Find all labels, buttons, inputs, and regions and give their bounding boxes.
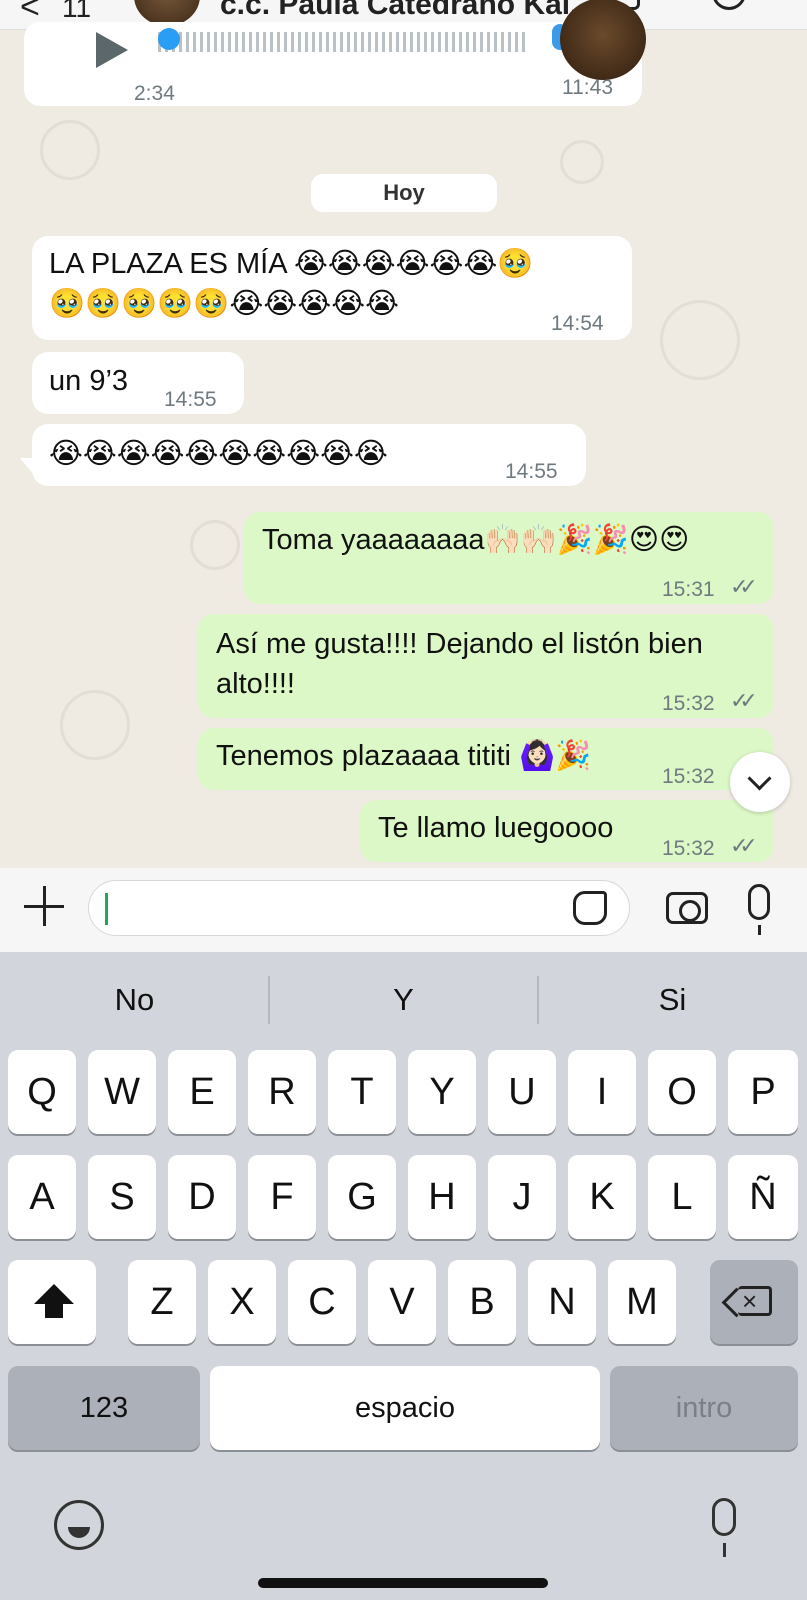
numbers-key[interactable]: 123 xyxy=(8,1366,200,1450)
chat-area[interactable]: < 11 c.c. Paula Catedráno Kal... 2:34 11… xyxy=(0,0,807,868)
message-time: 14:55 xyxy=(164,388,217,411)
message-time: 14:54 xyxy=(551,312,604,335)
key-v[interactable]: V xyxy=(368,1260,436,1344)
wallpaper-doodle xyxy=(560,140,604,184)
message-time: 11:43 xyxy=(562,76,613,99)
unread-count[interactable]: 11 xyxy=(62,0,91,24)
voice-duration: 2:34 xyxy=(134,82,175,105)
key-b[interactable]: B xyxy=(448,1260,516,1344)
key-j[interactable]: J xyxy=(488,1155,556,1239)
key-p[interactable]: P xyxy=(728,1050,798,1134)
date-chip: Hoy xyxy=(311,174,497,212)
emoji-icon[interactable] xyxy=(54,1500,104,1550)
camera-icon[interactable] xyxy=(666,892,708,924)
message-time: 15:32 xyxy=(662,692,715,715)
sticker-icon[interactable] xyxy=(573,891,607,925)
waveform[interactable] xyxy=(158,32,528,52)
key-d[interactable]: D xyxy=(168,1155,236,1239)
suggestion-1[interactable]: No xyxy=(0,952,269,1048)
phone-icon[interactable] xyxy=(712,0,746,10)
text-caret xyxy=(105,893,108,925)
voice-message[interactable]: 2:34 11:43 xyxy=(24,0,646,106)
microphone-icon[interactable] xyxy=(748,884,770,935)
message-time: 15:32 xyxy=(662,765,715,788)
message-text: 😭😭😭😭😭😭😭😭😭😭 xyxy=(49,438,388,470)
key-w[interactable]: W xyxy=(88,1050,156,1134)
wallpaper-doodle xyxy=(660,300,740,380)
message-time: 15:32 xyxy=(662,837,715,860)
key-t[interactable]: T xyxy=(328,1050,396,1134)
key-h[interactable]: H xyxy=(408,1155,476,1239)
return-key[interactable]: intro xyxy=(610,1366,798,1450)
key-k[interactable]: K xyxy=(568,1155,636,1239)
key-s[interactable]: S xyxy=(88,1155,156,1239)
message-text: un 9’3 xyxy=(49,365,129,397)
key-o[interactable]: O xyxy=(648,1050,716,1134)
scroll-to-bottom-button[interactable] xyxy=(730,752,790,812)
read-receipt-icon: ✓✓ xyxy=(730,688,758,713)
key-c[interactable]: C xyxy=(288,1260,356,1344)
message-bubble-incoming[interactable]: 😭😭😭😭😭😭😭😭😭😭 14:55 xyxy=(32,424,586,486)
message-input[interactable] xyxy=(88,880,630,936)
message-bubble-outgoing[interactable]: Así me gusta!!!! Dejando el listón bien … xyxy=(198,614,774,718)
playback-scrubber[interactable] xyxy=(158,28,180,50)
space-key[interactable]: espacio xyxy=(210,1366,600,1450)
suggestion-3[interactable]: Si xyxy=(538,952,807,1048)
message-text: Toma yaaaaaaaa🙌🏻🙌🏻🎉🎉😍😍 xyxy=(262,524,690,556)
contact-name[interactable]: c.c. Paula Catedráno Kal... xyxy=(220,0,595,22)
keyboard: No Y Si Q W E R T Y U I O P A S D F G H … xyxy=(0,952,807,1600)
key-y[interactable]: Y xyxy=(408,1050,476,1134)
message-input-bar xyxy=(0,868,807,952)
plus-icon[interactable] xyxy=(24,886,64,926)
shift-icon xyxy=(34,1284,74,1318)
key-r[interactable]: R xyxy=(248,1050,316,1134)
wallpaper-doodle xyxy=(40,120,100,180)
key-m[interactable]: M xyxy=(608,1260,676,1344)
key-i[interactable]: I xyxy=(568,1050,636,1134)
key-z[interactable]: Z xyxy=(128,1260,196,1344)
message-bubble-outgoing[interactable]: Tenemos plazaaaa tititi 🙆🏻‍♀️🎉 15:32 ✓✓ xyxy=(198,728,774,790)
shift-key[interactable] xyxy=(8,1260,96,1344)
key-l[interactable]: L xyxy=(648,1155,716,1239)
key-n[interactable]: N xyxy=(528,1260,596,1344)
backspace-icon xyxy=(738,1259,772,1343)
message-time: 15:31 xyxy=(662,578,715,601)
message-bubble-incoming[interactable]: LA PLAZA ES MÍA 😭😭😭😭😭😭🥹 🥹🥹🥹🥹🥹😭😭😭😭😭 14:54 xyxy=(32,236,632,340)
home-indicator[interactable] xyxy=(258,1578,548,1588)
key-u[interactable]: U xyxy=(488,1050,556,1134)
message-text: LA PLAZA ES MÍA 😭😭😭😭😭😭🥹 🥹🥹🥹🥹🥹😭😭😭😭😭 xyxy=(49,248,534,320)
wallpaper-doodle xyxy=(60,690,130,760)
message-bubble-outgoing[interactable]: Toma yaaaaaaaa🙌🏻🙌🏻🎉🎉😍😍 15:31 ✓✓ xyxy=(244,512,774,604)
key-g[interactable]: G xyxy=(328,1155,396,1239)
key-x[interactable]: X xyxy=(208,1260,276,1344)
message-time: 14:55 xyxy=(505,460,558,483)
message-text: Tenemos plazaaaa tititi 🙆🏻‍♀️🎉 xyxy=(216,740,592,772)
play-icon[interactable] xyxy=(96,32,128,68)
wallpaper-doodle xyxy=(190,520,240,570)
key-e[interactable]: E xyxy=(168,1050,236,1134)
message-bubble-incoming[interactable]: un 9’3 14:55 xyxy=(32,352,244,414)
key-q[interactable]: Q xyxy=(8,1050,76,1134)
dictation-mic-icon[interactable] xyxy=(712,1498,736,1557)
suggestion-2[interactable]: Y xyxy=(269,952,538,1048)
key-a[interactable]: A xyxy=(8,1155,76,1239)
read-receipt-icon: ✓✓ xyxy=(730,833,758,858)
message-bubble-outgoing[interactable]: Te llamo luegoooo 15:32 ✓✓ xyxy=(360,800,774,862)
read-receipt-icon: ✓✓ xyxy=(730,574,758,599)
message-text: Te llamo luegoooo xyxy=(378,812,614,844)
key-f[interactable]: F xyxy=(248,1155,316,1239)
backspace-key[interactable] xyxy=(710,1259,798,1344)
key-enye[interactable]: Ñ xyxy=(728,1155,798,1239)
